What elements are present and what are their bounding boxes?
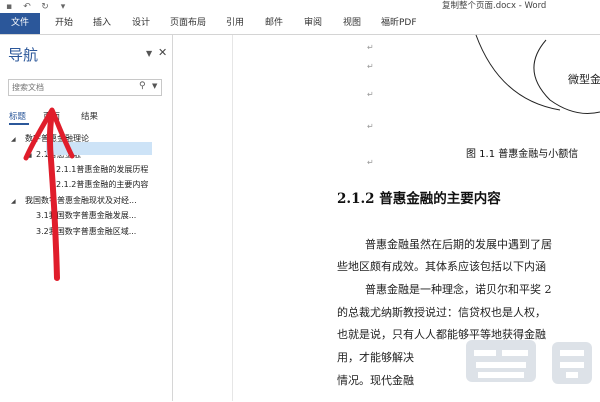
body-line: 用，才能够解决: [337, 351, 414, 364]
section-heading: 2.1.2 普惠金融的主要内容: [337, 191, 501, 207]
watermark-logo: CHUMENGSI: [456, 336, 596, 398]
body-line: 的总裁尤纳斯教授说过：信贷权也是人权，: [337, 306, 546, 319]
body-line: 普惠金融是一种理念，诺贝尔和平奖 2: [365, 283, 552, 296]
body-line: 情况。现代金融: [337, 374, 414, 387]
paragraph-mark: ↵: [367, 43, 374, 52]
body-line: 些地区颇有成效。其体系应该包括以下内涵: [337, 260, 546, 273]
body-line: 普惠金融虽然在后期的发展中遇到了居: [365, 238, 552, 251]
paragraph-mark: ↵: [367, 158, 374, 167]
figure-caption: 图 1.1 普惠金融与小额信: [466, 149, 579, 160]
paragraph-mark: ↵: [367, 90, 374, 99]
diagram-arc-outer: [475, 34, 561, 111]
diagram-label: 微型金: [568, 73, 600, 86]
paragraph-mark: ↵: [367, 62, 374, 71]
paragraph-mark: ↵: [367, 122, 374, 131]
watermark-text: CHUMENGSI: [466, 383, 537, 393]
